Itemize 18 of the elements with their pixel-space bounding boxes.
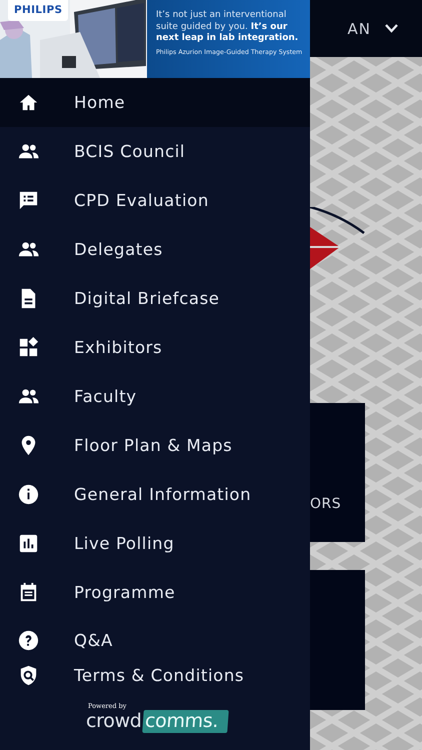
menu-item[interactable]: Digital Briefcase <box>0 274 310 323</box>
menu-item[interactable]: Exhibitors <box>0 323 310 372</box>
menu-item[interactable]: Delegates <box>0 225 310 274</box>
menu-item[interactable]: General Information <box>0 470 310 519</box>
ad-headline: It’s not just an interventional suite guided by you. It’s our next leap in lab integration. <box>156 10 300 44</box>
menu-item[interactable]: Live Polling <box>0 519 310 568</box>
card-title: ORS <box>310 496 342 512</box>
menu-item[interactable]: Programme <box>0 568 310 617</box>
menu-item[interactable]: Q&A <box>0 623 310 658</box>
crowdcomms-logo: crowd comms. <box>86 710 310 733</box>
brand-logo: PHILIPS <box>8 0 68 21</box>
menu-item[interactable]: BCIS Council <box>0 127 310 176</box>
menu-item[interactable]: CPD Evaluation <box>0 176 310 225</box>
menu-item[interactable]: Floor Plan & Maps <box>0 421 310 470</box>
user-initials[interactable]: AN <box>348 20 371 38</box>
menu-item[interactable]: Home <box>0 78 310 127</box>
menu-item[interactable]: Terms & Conditions <box>0 658 310 693</box>
menu-item[interactable]: Faculty <box>0 372 310 421</box>
